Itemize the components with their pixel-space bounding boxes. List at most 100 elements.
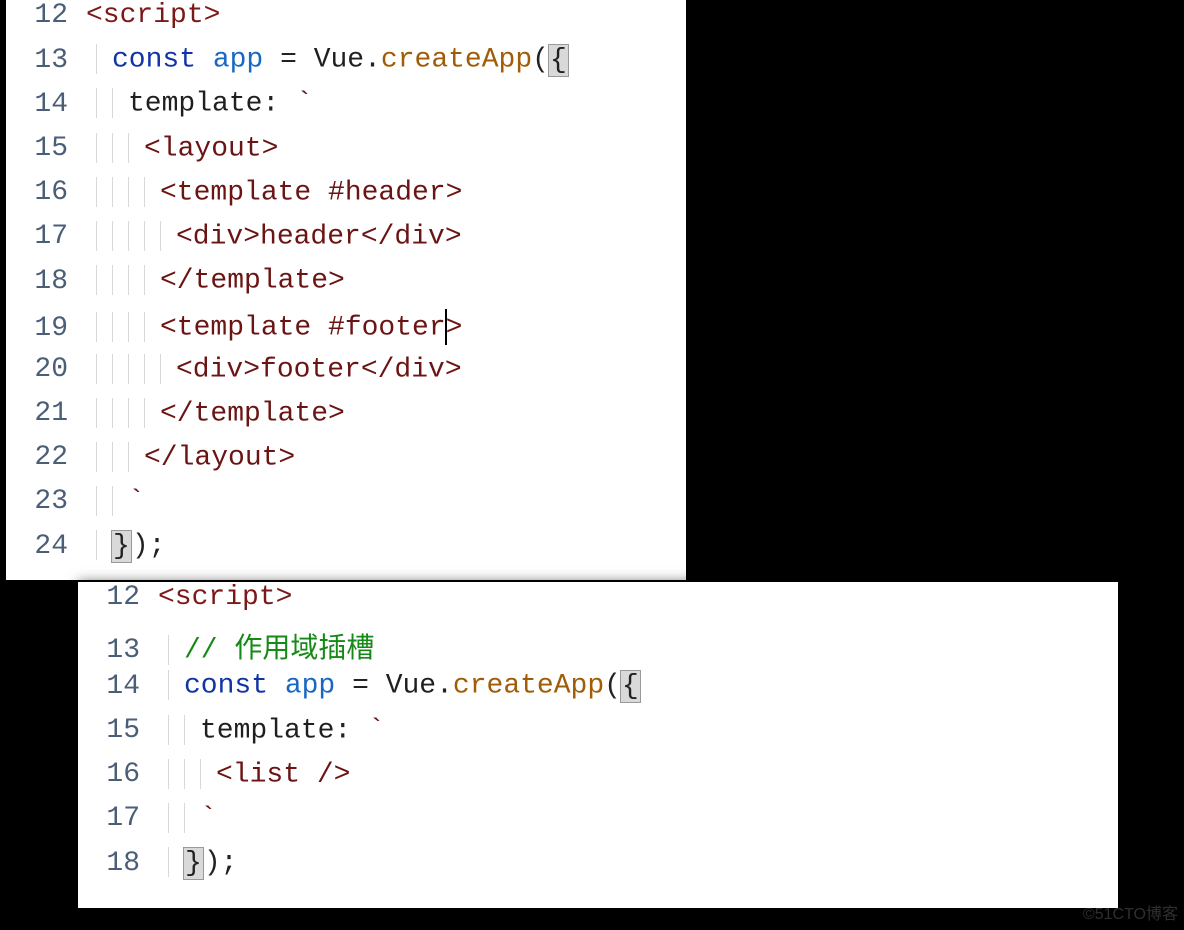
code-token: ; (149, 531, 166, 562)
code-line[interactable]: 18}); (78, 847, 1118, 891)
code-token (369, 671, 386, 702)
code-content[interactable]: ` (86, 486, 686, 517)
code-editor-pane-1[interactable]: 12<script>13const app = Vue.createApp({1… (6, 0, 686, 580)
code-token: } (111, 530, 132, 563)
code-content[interactable]: <div>footer</div> (86, 354, 686, 385)
code-token: <script> (86, 0, 220, 31)
code-token: ` (128, 486, 145, 517)
code-line[interactable]: 21</template> (6, 398, 686, 442)
indent-guide (144, 354, 145, 384)
code-token: const (112, 45, 196, 76)
code-token: : (262, 89, 279, 120)
indent-guide (96, 354, 97, 384)
code-line[interactable]: 13const app = Vue.createApp({ (6, 44, 686, 88)
line-number: 15 (78, 715, 158, 746)
indent-guide (112, 354, 113, 384)
indent-guide (128, 354, 129, 384)
indent-guide (168, 635, 169, 665)
indent-guide (96, 221, 97, 251)
indent-guide (96, 133, 97, 163)
code-token: . (364, 45, 381, 76)
indent-guide (96, 177, 97, 207)
line-number: 23 (6, 486, 86, 517)
code-content[interactable]: ` (158, 803, 1118, 834)
code-token: const (184, 671, 268, 702)
indent-guide (144, 398, 145, 428)
code-token: <list /> (216, 759, 350, 790)
code-content[interactable]: template: ` (86, 88, 686, 119)
code-content[interactable]: }); (86, 530, 686, 561)
code-editor-pane-2[interactable]: 12<script> 13 // 作用域插槽 14const app = Vue.cr… (78, 582, 1118, 908)
code-line[interactable]: 15<layout> (6, 133, 686, 177)
code-token: { (620, 670, 641, 703)
code-token: app (213, 45, 263, 76)
code-content[interactable]: </template> (86, 265, 686, 296)
code-line[interactable]: 14const app = Vue.createApp({ (78, 670, 1118, 714)
code-token (297, 45, 314, 76)
code-line[interactable]: 19<template #footer> (6, 309, 686, 353)
code-token: ( (604, 671, 621, 702)
indent-guide (112, 486, 113, 516)
code-line[interactable]: 17<div>header</div> (6, 221, 686, 265)
code-content[interactable]: <script> (86, 0, 686, 31)
code-line[interactable]: 20<div>footer</div> (6, 354, 686, 398)
line-number: 17 (78, 803, 158, 834)
code-line[interactable]: 22 </layout> (6, 442, 686, 486)
line-number: 13 (78, 635, 158, 666)
code-token: createApp (453, 671, 604, 702)
code-token: </template> (160, 398, 345, 429)
code-line[interactable]: 18</template> (6, 265, 686, 309)
code-content[interactable]: }); (158, 847, 1118, 878)
code-line[interactable]: 12<script> (78, 582, 1118, 626)
line-number: 16 (78, 759, 158, 790)
code-line[interactable]: 16<template #header> (6, 177, 686, 221)
code-content[interactable]: </template> (86, 398, 686, 429)
code-token: ` (200, 803, 217, 834)
code-content[interactable]: const app = Vue.createApp({ (86, 44, 686, 75)
line-number: 18 (78, 848, 158, 879)
code-content[interactable]: </layout> (86, 442, 686, 473)
code-line[interactable]: 16 <list /> (78, 759, 1118, 803)
code-content[interactable]: <template #footer> (86, 309, 686, 345)
indent-guide (96, 486, 97, 516)
code-token: ) (132, 531, 149, 562)
code-token: // 作用域插槽 (184, 635, 374, 666)
code-token: ; (221, 848, 238, 879)
code-content[interactable]: template: ` (158, 715, 1118, 746)
code-token: <template #footer (160, 313, 446, 344)
code-content[interactable]: <script> (158, 582, 1118, 613)
code-line[interactable]: 13 // 作用域插槽 (78, 626, 1118, 670)
indent-guide (144, 312, 145, 342)
indent-guide (96, 88, 97, 118)
indent-guide (168, 670, 169, 700)
line-number: 22 (6, 442, 86, 473)
code-line[interactable]: 17 ` (78, 803, 1118, 847)
indent-guide (112, 177, 113, 207)
code-line[interactable]: 15template: ` (78, 715, 1118, 759)
code-content[interactable]: // 作用域插槽 (158, 626, 1118, 666)
code-line[interactable]: 23 ` (6, 486, 686, 530)
line-number: 14 (6, 89, 86, 120)
code-token: } (183, 847, 204, 880)
indent-guide (128, 221, 129, 251)
code-content[interactable]: <template #header> (86, 177, 686, 208)
watermark-label: ©51CTO博客 (1083, 900, 1178, 924)
code-content[interactable]: <layout> (86, 133, 686, 164)
code-content[interactable]: <list /> (158, 759, 1118, 790)
indent-guide (112, 312, 113, 342)
code-line[interactable]: 24}); (6, 530, 686, 574)
code-content[interactable]: <div>header</div> (86, 221, 686, 252)
indent-guide (144, 265, 145, 295)
code-line[interactable]: 14template: ` (6, 88, 686, 132)
code-line[interactable]: 12<script> (6, 0, 686, 44)
code-token: <div>header</div> (176, 221, 462, 252)
code-token (335, 671, 352, 702)
indent-guide (96, 398, 97, 428)
indent-guide (96, 44, 97, 74)
indent-guide (200, 759, 201, 789)
indent-guide (128, 265, 129, 295)
code-token: </layout> (144, 442, 295, 473)
indent-guide (128, 177, 129, 207)
code-token: app (285, 671, 335, 702)
code-content[interactable]: const app = Vue.createApp({ (158, 670, 1118, 701)
